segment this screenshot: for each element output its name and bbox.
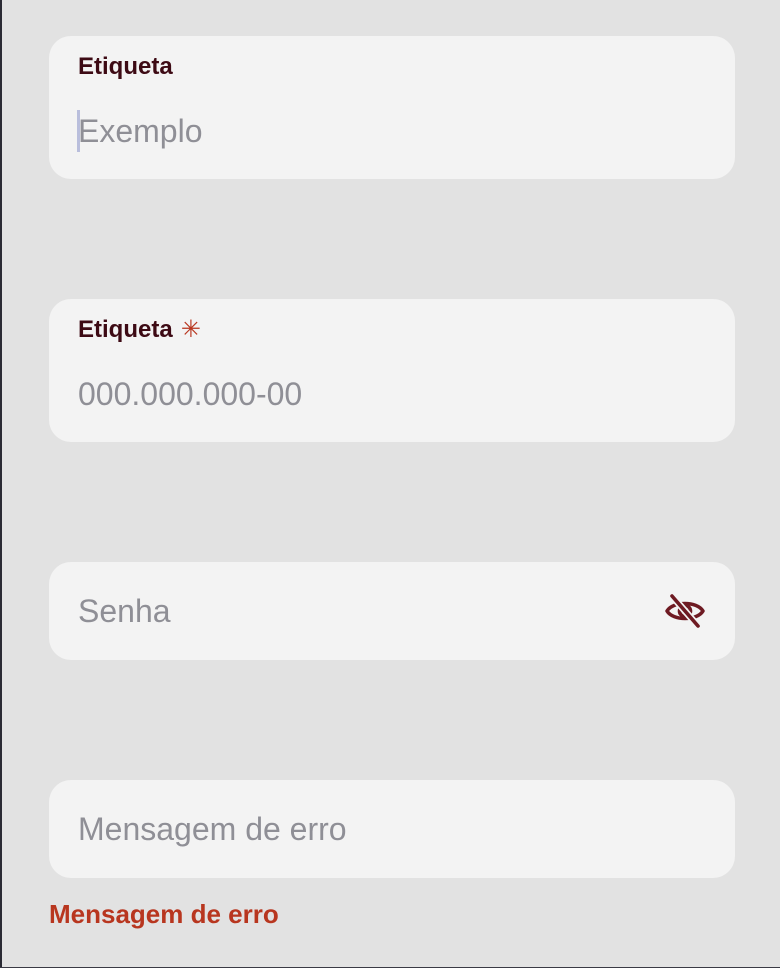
text-field-cpf[interactable]: Etiqueta ✳ 000.000.000-00	[49, 299, 735, 442]
password-field[interactable]: Senha	[49, 562, 735, 660]
password-input[interactable]: Senha	[78, 591, 171, 631]
window-left-edge	[0, 0, 2, 968]
error-field[interactable]: Mensagem de erro	[49, 780, 735, 878]
field-label: Etiqueta	[78, 53, 173, 80]
field-label-text: Etiqueta	[78, 316, 173, 343]
example-input[interactable]: Exemplo	[78, 111, 203, 151]
field-label: Etiqueta ✳	[78, 315, 201, 345]
error-input[interactable]: Mensagem de erro	[78, 809, 347, 849]
required-asterisk-icon: ✳	[180, 316, 201, 343]
cpf-input[interactable]: 000.000.000-00	[78, 374, 302, 414]
error-message: Mensagem de erro	[49, 899, 279, 929]
text-field-example[interactable]: Etiqueta Exemplo	[49, 36, 735, 179]
eye-off-icon[interactable]	[663, 591, 707, 631]
